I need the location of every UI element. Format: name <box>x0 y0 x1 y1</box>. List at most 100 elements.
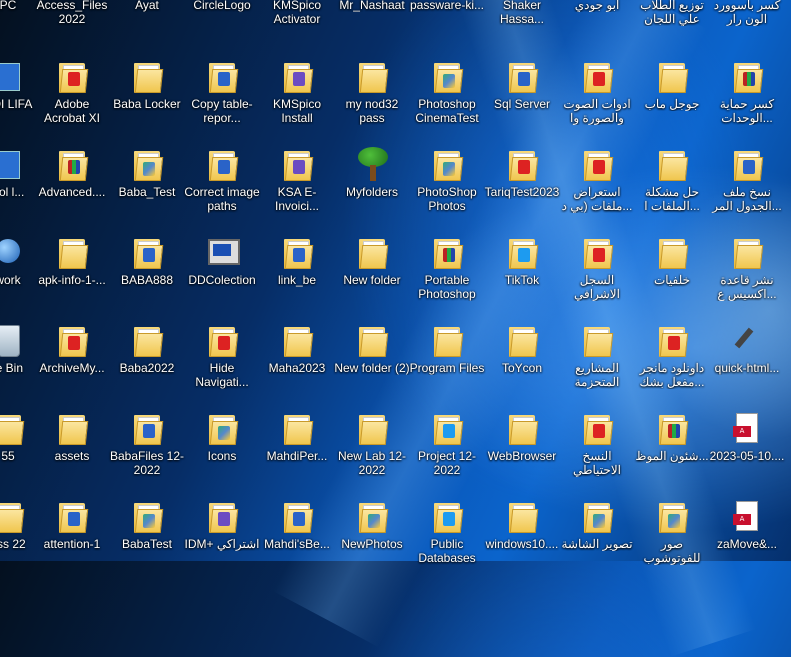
desktop-icon[interactable]: attention-1 <box>34 495 110 579</box>
desktop-icon-label: Photoshop CinemaTest <box>415 97 479 125</box>
desktop-icon[interactable]: windows10.... <box>484 495 560 579</box>
desktop-icon-label: Ayat <box>135 0 159 12</box>
desktop-icon[interactable]: TariqTest2023 <box>484 143 560 227</box>
desktop-icon[interactable]: A 2023-05-10.... <box>709 407 785 491</box>
desktop-icon-label: تصوير الشاشة <box>561 537 633 551</box>
desktop-icon[interactable]: apk-info-1-... <box>34 231 110 315</box>
desktop-icon[interactable]: Access_Files 2022 <box>34 0 110 32</box>
desktop-icon[interactable]: PhotoShop Photos <box>409 143 485 227</box>
folder-icon <box>502 409 542 449</box>
desktop-icon[interactable]: Baba2022 <box>109 319 185 403</box>
pdf-folder-icon <box>577 57 617 97</box>
desktop-icon[interactable]: passware-ki... <box>409 0 485 32</box>
desktop-icon[interactable]: Maha2023 <box>259 319 335 403</box>
desktop-icon[interactable]: Mahdi'sBe... <box>259 495 335 579</box>
desktop-icon[interactable]: توزيع الطلاب علي اللجان <box>634 0 710 32</box>
exe-folder-icon <box>202 497 242 537</box>
desktop-icon-label: أبو جودي <box>574 0 620 12</box>
desktop-icon-label: NewPhotos <box>341 537 403 551</box>
folder-icon <box>502 497 542 537</box>
desktop-icon[interactable]: Baba Locker <box>109 55 185 139</box>
desktop-icon[interactable]: Copy table-repor... <box>184 55 260 139</box>
desktop-icon[interactable]: أبو جودي <box>559 0 635 32</box>
rar-folder-icon <box>427 233 467 273</box>
desktop-icon[interactable]: IDM+ اشتراكي <box>184 495 260 579</box>
desktop-icon[interactable]: Advanced.... <box>34 143 110 227</box>
desktop-icon[interactable]: Myfolders <box>334 143 410 227</box>
desktop-icon[interactable]: quick-html... <box>709 319 785 403</box>
desktop-icon[interactable]: استعراض ملفات (بي د... <box>559 143 635 227</box>
desktop-icon[interactable]: link_be <box>259 231 335 315</box>
tree-icon <box>352 145 392 185</box>
desktop-icon[interactable]: my nod32 pass <box>334 55 410 139</box>
desktop-icon[interactable]: New folder <box>334 231 410 315</box>
exe-folder-icon <box>277 57 317 97</box>
desktop-icon[interactable]: النسخ الاحتياطي <box>559 407 635 491</box>
desktop-icon[interactable]: نشر قاعدة اكسيس ع... <box>709 231 785 315</box>
desktop-icon[interactable]: صور للفوتوشوب <box>634 495 710 579</box>
desktop-icon[interactable]: NewPhotos <box>334 495 410 579</box>
desktop-icon[interactable]: ArchiveMy... <box>34 319 110 403</box>
desktop-icon[interactable]: داونلود مانجر مفعل بشك... <box>634 319 710 403</box>
desktop-icon[interactable]: Shaker Hassa... <box>484 0 560 32</box>
desktop-icon-label: Access_Files 2022 <box>36 0 108 26</box>
desktop-icon[interactable]: New folder (2) <box>334 319 410 403</box>
web-folder-icon <box>427 409 467 449</box>
desktop-icon[interactable]: AzaMove&... <box>709 495 785 579</box>
desktop-icon-label: شئون الموظ... <box>635 449 709 463</box>
desktop-icon[interactable]: BABA888 <box>109 231 185 315</box>
desktop-icon[interactable]: Ayat <box>109 0 185 32</box>
desktop-icon-label: KSA E-Invoici... <box>274 185 319 213</box>
desktop-icon[interactable]: KSA E-Invoici... <box>259 143 335 227</box>
desktop-icon[interactable]: BabaFiles 12-2022 <box>109 407 185 491</box>
desktop-icon[interactable]: Mr_Nashaat <box>334 0 410 32</box>
desktop-icon-label: Portable Photoshop <box>418 273 476 301</box>
desktop-icon-label: Copy table-repor... <box>191 97 253 125</box>
desktop-icon[interactable]: كسر حماية الوحدات... <box>709 55 785 139</box>
desktop-icon[interactable]: TikTok <box>484 231 560 315</box>
desktop-icon[interactable]: Adobe Acrobat XI <box>34 55 110 139</box>
desktop-icon[interactable]: Sql Server <box>484 55 560 139</box>
img-folder-icon <box>352 497 392 537</box>
desktop-icon[interactable]: assets <box>34 407 110 491</box>
desktop-icon[interactable]: WebBrowser <box>484 407 560 491</box>
desktop-icon[interactable]: نسخ ملف الجدول المر... <box>709 143 785 227</box>
desktop-icon[interactable]: ادوات الصوت والصورة وا <box>559 55 635 139</box>
desktop-icon[interactable]: ToYcon <box>484 319 560 403</box>
desktop-icon[interactable]: السجل الاشرافي <box>559 231 635 315</box>
desktop-icon-label: DDColection <box>188 273 256 287</box>
desktop-icon[interactable]: Baba_Test <box>109 143 185 227</box>
img-folder-icon <box>652 497 692 537</box>
desktop-icon[interactable]: جوجل ماب <box>634 55 710 139</box>
folder-icon <box>652 145 692 185</box>
desktop-icon[interactable]: Program Files <box>409 319 485 403</box>
desktop-icon[interactable]: Public Databases <box>409 495 485 579</box>
desktop-icon-label: توزيع الطلاب علي اللجان <box>640 0 704 26</box>
desktop-icon[interactable]: Photoshop CinemaTest <box>409 55 485 139</box>
img-folder-icon <box>427 57 467 97</box>
desktop-icon[interactable]: BabaTest <box>109 495 185 579</box>
desktop-icon[interactable]: Icons <box>184 407 260 491</box>
desktop-icon[interactable]: المشاريع المتحزمة <box>559 319 635 403</box>
desktop-icon[interactable]: Project 12-2022 <box>409 407 485 491</box>
desktop-icon[interactable]: Correct image paths <box>184 143 260 227</box>
desktop-icon[interactable]: CircleLogo <box>184 0 260 32</box>
desktop-icon[interactable]: KMSpico Install <box>259 55 335 139</box>
desktop-icon[interactable]: KMSpico Activator <box>259 0 335 32</box>
desktop-icon[interactable]: حل مشكلة الملفات ا... <box>634 143 710 227</box>
folder-icon <box>0 409 28 449</box>
desktop-icon[interactable]: كسر باسوورد الون رار <box>709 0 785 32</box>
desktop-icon[interactable]: تصوير الشاشة <box>559 495 635 579</box>
desktop-icon[interactable]: DDColection <box>184 231 260 315</box>
desktop-icon[interactable]: Hide Navigati... <box>184 319 260 403</box>
desktop-icon-label: كسر حماية الوحدات... <box>719 97 775 125</box>
desktop-icon-label: نسخ ملف الجدول المر... <box>712 185 782 213</box>
desktop-icon[interactable]: خلفيات <box>634 231 710 315</box>
folder-icon <box>652 233 692 273</box>
desktop-icon-label: Advanced.... <box>38 185 106 199</box>
desktop-icon[interactable]: Portable Photoshop <box>409 231 485 315</box>
desktop-icon[interactable]: شئون الموظ... <box>634 407 710 491</box>
pdf-folder-icon <box>202 321 242 361</box>
desktop-icon[interactable]: New Lab 12-2022 <box>334 407 410 491</box>
desktop-icon[interactable]: MahdiPer... <box>259 407 335 491</box>
